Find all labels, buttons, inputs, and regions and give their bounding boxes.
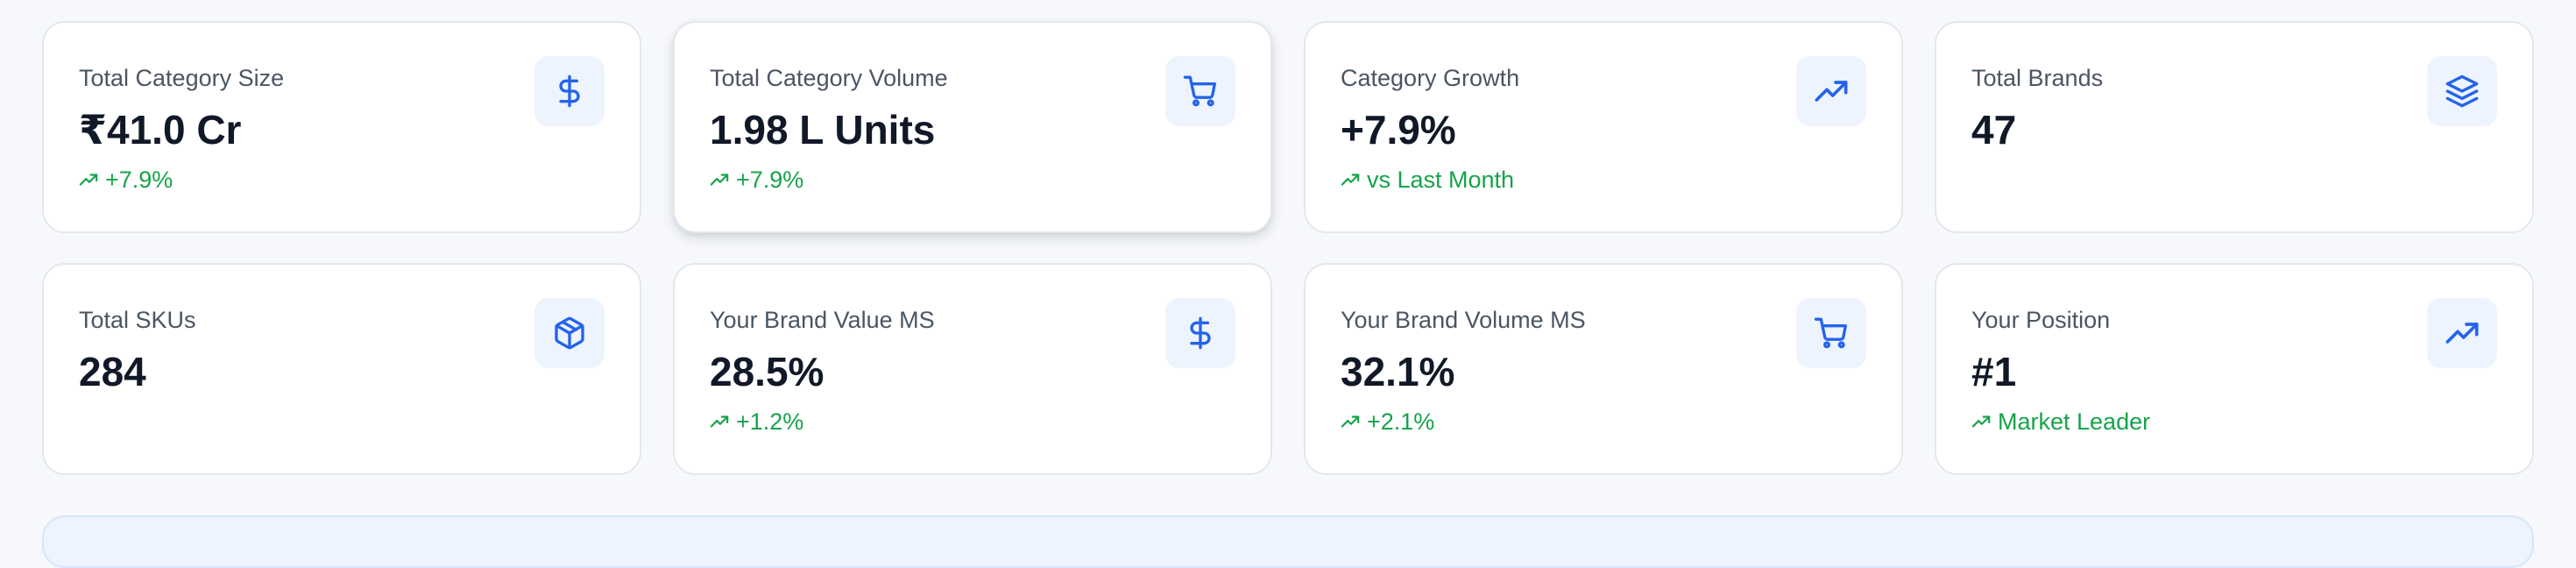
kpi-value: 47 — [1971, 107, 2017, 153]
kpi-card-total-skus[interactable]: Total SKUs 284 — [42, 263, 641, 475]
kpi-value: 32.1% — [1341, 349, 1455, 394]
kpi-value: ₹41.0 Cr — [79, 107, 242, 153]
kpi-icon-badge — [534, 56, 605, 126]
kpi-trend: +2.1% — [1341, 407, 1866, 437]
trending-up-icon — [1341, 415, 1360, 428]
kpi-card-total-category-volume[interactable]: Total Category Volume 1.98 L Units +7.9% — [673, 21, 1272, 233]
kpi-card-total-brands[interactable]: Total Brands 47 — [1935, 21, 2534, 233]
kpi-value: 1.98 L Units — [710, 107, 936, 153]
kpi-grid: Total Category Size ₹41.0 Cr +7.9% Total… — [42, 21, 2534, 475]
package-icon — [555, 316, 584, 350]
kpi-card-total-category-size[interactable]: Total Category Size ₹41.0 Cr +7.9% — [42, 21, 641, 233]
kpi-label: Your Brand Volume MS — [1341, 307, 1586, 333]
kpi-trend-text: Market Leader — [1998, 408, 2151, 435]
kpi-icon-badge — [2427, 298, 2497, 368]
kpi-icon-badge — [1165, 56, 1235, 126]
kpi-label: Total Category Volume — [710, 65, 948, 91]
kpi-trend-text: +2.1% — [1367, 408, 1435, 435]
kpi-trend: vs Last Month — [1341, 165, 1866, 195]
trending-up-icon — [710, 174, 729, 186]
kpi-label: Your Position — [1971, 307, 2111, 333]
kpi-value: +7.9% — [1341, 107, 1456, 153]
kpi-label: Category Growth — [1341, 65, 1520, 91]
trending-up-icon — [1341, 174, 1360, 186]
kpi-trend-text: +1.2% — [736, 408, 804, 435]
insights-panel — [42, 515, 2534, 568]
kpi-value: 28.5% — [710, 349, 824, 394]
trending-up-icon — [2445, 323, 2479, 344]
kpi-icon-badge — [2427, 56, 2497, 126]
kpi-trend: +1.2% — [710, 407, 1235, 437]
kpi-trend: +7.9% — [710, 165, 1235, 195]
layers-icon — [2445, 75, 2479, 108]
kpi-label: Total Category Size — [79, 65, 285, 91]
kpi-label: Total SKUs — [79, 307, 196, 333]
shopping-cart-icon — [1814, 317, 1847, 349]
kpi-icon-badge — [1796, 56, 1866, 126]
kpi-label: Your Brand Value MS — [710, 307, 935, 333]
kpi-icon-badge — [534, 298, 605, 368]
kpi-card-your-brand-value-ms[interactable]: Your Brand Value MS 28.5% +1.2% — [673, 263, 1272, 475]
kpi-trend-text: +7.9% — [736, 167, 804, 193]
kpi-trend: Market Leader — [1971, 407, 2497, 437]
kpi-card-your-brand-volume-ms[interactable]: Your Brand Volume MS 32.1% +2.1% — [1304, 263, 1903, 475]
dollar-icon — [559, 75, 580, 108]
kpi-icon-badge — [1165, 298, 1235, 368]
kpi-label: Total Brands — [1971, 65, 2104, 91]
kpi-value: #1 — [1971, 349, 2017, 394]
kpi-trend-text: vs Last Month — [1367, 167, 1515, 193]
kpi-card-category-growth[interactable]: Category Growth +7.9% vs Last Month — [1304, 21, 1903, 233]
trending-up-icon — [1971, 415, 1991, 428]
kpi-trend: +7.9% — [79, 165, 605, 195]
kpi-card-your-position[interactable]: Your Position #1 Market Leader — [1935, 263, 2534, 475]
trending-up-icon — [710, 415, 729, 428]
dollar-icon — [1190, 316, 1211, 350]
kpi-value: 284 — [79, 349, 146, 394]
shopping-cart-icon — [1183, 75, 1216, 107]
kpi-trend-text: +7.9% — [105, 167, 173, 193]
trending-up-icon — [1815, 81, 1848, 102]
kpi-icon-badge — [1796, 298, 1866, 368]
trending-up-icon — [79, 174, 98, 186]
